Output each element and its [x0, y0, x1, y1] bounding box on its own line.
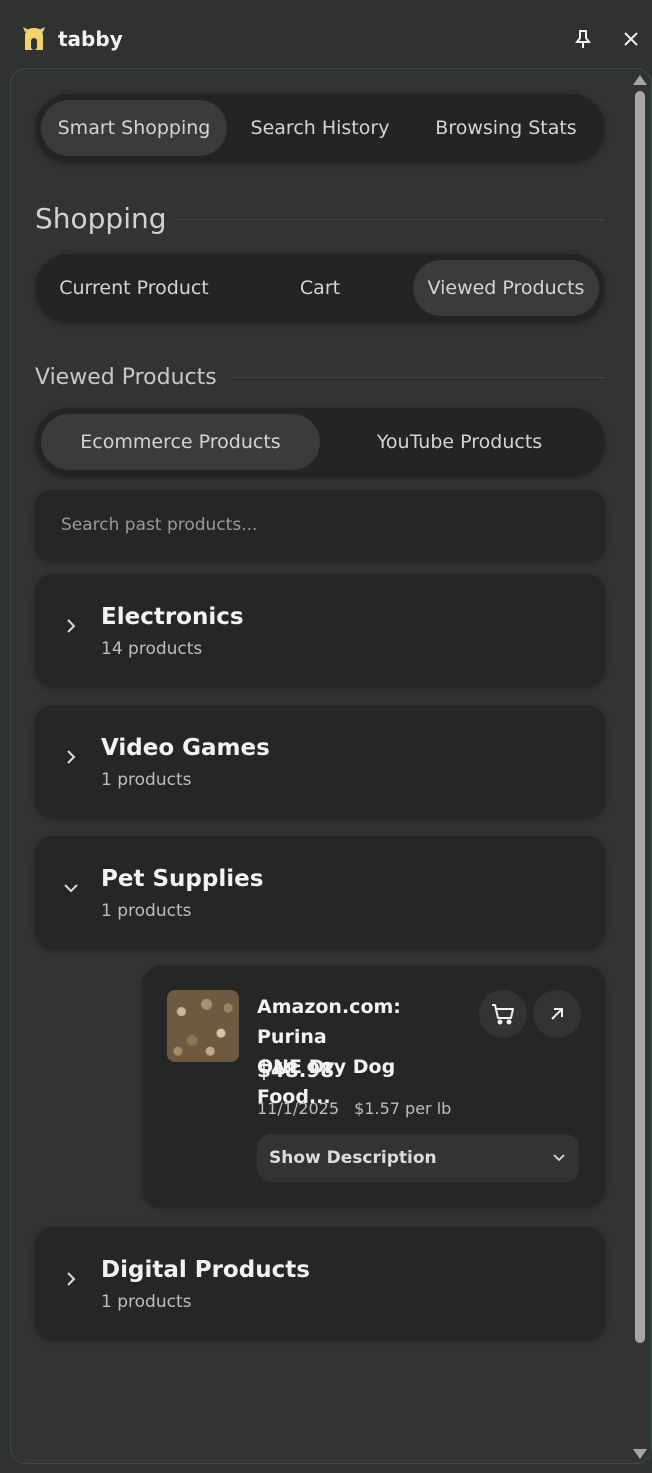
scroll-thumb[interactable] [635, 91, 645, 1343]
tab-youtube-products[interactable]: YouTube Products [320, 414, 599, 470]
product-unit-price: $1.57 per lb [354, 1099, 452, 1118]
product-card: Amazon.com: Purina ONE Dry Dog Food... $… [143, 966, 605, 1206]
tab-search-history[interactable]: Search History [227, 100, 413, 156]
scroll-down-arrow[interactable] [633, 1449, 647, 1459]
cart-icon [492, 1004, 514, 1025]
add-to-cart-button[interactable] [479, 990, 527, 1038]
category-count: 1 products [101, 770, 192, 790]
app-name: tabby [58, 27, 123, 51]
pin-button[interactable] [570, 26, 596, 52]
category-digital-products[interactable]: Digital Products 1 products [35, 1227, 605, 1339]
tab-ecommerce-products[interactable]: Ecommerce Products [41, 414, 320, 470]
scroll-up-arrow[interactable] [633, 75, 647, 85]
shopping-section-title: Shopping [35, 202, 167, 235]
show-description-button[interactable]: Show Description [257, 1134, 579, 1182]
scrollbar[interactable] [631, 69, 649, 1463]
category-count: 1 products [101, 1292, 192, 1312]
tab-smart-shopping[interactable]: Smart Shopping [41, 100, 227, 156]
close-icon [624, 32, 638, 46]
product-thumbnail[interactable] [167, 990, 239, 1062]
chevron-down-icon [553, 1154, 565, 1162]
tab-cart[interactable]: Cart [227, 260, 413, 316]
product-title[interactable]: Amazon.com: Purina ONE Dry Dog Food... [257, 992, 467, 1112]
category-count: 1 products [101, 901, 192, 921]
pin-icon [575, 30, 591, 48]
viewed-products-title: Viewed Products [35, 365, 217, 390]
chevron-right-icon [67, 750, 76, 764]
chevron-right-icon [67, 1272, 76, 1286]
product-title-line1: Amazon.com: Purina [257, 996, 401, 1048]
close-button[interactable] [618, 26, 644, 52]
category-video-games[interactable]: Video Games 1 products [35, 705, 605, 817]
main-panel: Smart Shopping Search History Browsing S… [10, 68, 652, 1464]
shopping-title: Shopping [35, 202, 167, 235]
tab-viewed-products[interactable]: Viewed Products [413, 260, 599, 316]
category-name: Electronics [101, 604, 244, 630]
shopping-tabs: Current Product Cart Viewed Products [35, 254, 605, 322]
product-date: 11/1/2025 [257, 1099, 340, 1118]
chevron-down-icon [64, 884, 78, 893]
search-input[interactable] [59, 514, 581, 536]
divider [177, 219, 605, 220]
category-name: Digital Products [101, 1257, 310, 1283]
title-bar: tabby [0, 0, 652, 68]
category-electronics[interactable]: Electronics 14 products [35, 574, 605, 686]
product-meta: 11/1/2025 $1.57 per lb [257, 1099, 461, 1118]
tab-current-product[interactable]: Current Product [41, 260, 227, 316]
main-tabs: Smart Shopping Search History Browsing S… [35, 94, 605, 162]
show-description-label: Show Description [269, 1148, 437, 1168]
category-count: 14 products [101, 639, 203, 659]
category-name: Pet Supplies [101, 866, 264, 892]
product-price: $48.98 [257, 1058, 335, 1082]
product-source-tabs: Ecommerce Products YouTube Products [35, 408, 605, 476]
external-link-icon [551, 1008, 563, 1020]
search-box [35, 490, 605, 560]
open-product-button[interactable] [533, 990, 581, 1038]
category-name: Video Games [101, 735, 270, 761]
tab-browsing-stats[interactable]: Browsing Stats [413, 100, 599, 156]
category-pet-supplies[interactable]: Pet Supplies 1 products [35, 836, 605, 948]
divider [231, 377, 605, 378]
chevron-right-icon [67, 619, 76, 633]
app-logo-icon [23, 27, 45, 50]
